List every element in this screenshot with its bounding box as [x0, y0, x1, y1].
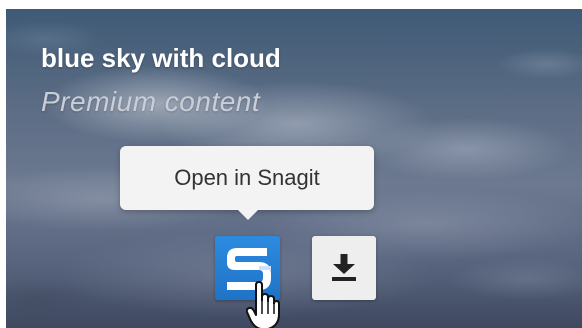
download-button[interactable] [312, 236, 376, 300]
snagit-logo-icon [227, 248, 271, 290]
download-icon [332, 254, 356, 281]
premium-label: Premium content [41, 86, 261, 117]
image-title: blue sky with cloud [41, 43, 281, 73]
tooltip-arrow [236, 208, 260, 220]
tooltip-label: Open in Snagit [174, 165, 320, 190]
open-in-snagit-tooltip: Open in Snagit [120, 146, 374, 220]
page: blue sky with cloud Premium content Open… [0, 0, 582, 328]
open-in-snagit-button[interactable] [215, 236, 280, 300]
image-card[interactable]: blue sky with cloud Premium content Open… [6, 9, 582, 328]
